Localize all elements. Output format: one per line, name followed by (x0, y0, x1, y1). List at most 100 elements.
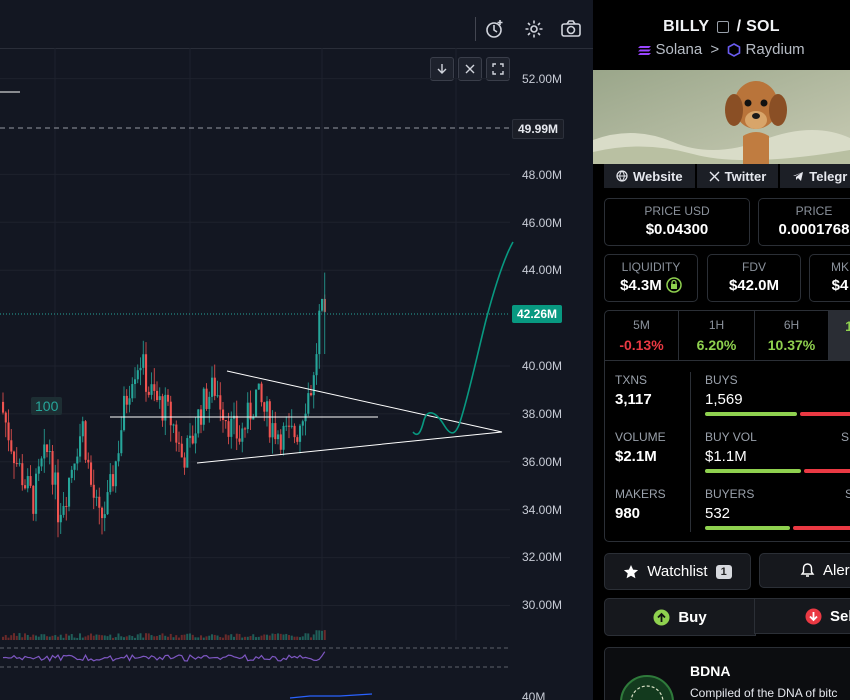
volume-bar (103, 635, 106, 640)
volume-bar (81, 637, 84, 640)
candle-body (103, 514, 106, 519)
tab-24h-value: 1 (845, 318, 850, 334)
buy-button[interactable]: Buy (604, 598, 756, 636)
pair-title: BILLY / SOL (593, 18, 850, 36)
tab-1h[interactable]: 1H 6.20% (679, 310, 755, 360)
token-sidebar: BILLY / SOL Solana > Raydium Website Twi… (593, 0, 850, 700)
volume-bar (241, 637, 244, 640)
sell-button[interactable]: Sel (754, 598, 850, 634)
social-links: Website Twitter Telegr (604, 164, 850, 188)
candle-body (147, 391, 150, 395)
website-label: Website (633, 168, 683, 184)
token-info-card[interactable]: BDNA Compiled of the DNA of bitc (604, 647, 850, 700)
price-usd-value: $0.04300 (645, 221, 709, 238)
sellers-stat: S (845, 487, 850, 501)
volume-bar (150, 635, 153, 640)
txns-label: TXNS (615, 373, 648, 387)
volume-bar (59, 634, 62, 640)
candle-body (315, 354, 318, 376)
sell-vol-stat: S (841, 430, 849, 444)
stats-vertical-divider (690, 372, 691, 532)
candle-body (117, 453, 120, 462)
volume-bar (304, 633, 307, 640)
volume-bar (290, 635, 293, 640)
volume-bar (145, 633, 147, 640)
copy-icon[interactable] (716, 20, 729, 33)
candle-body (205, 388, 208, 409)
chain-name[interactable]: Solana (655, 41, 702, 58)
price-usd-box: PRICE USD $0.04300 (604, 198, 750, 246)
y-label: 32.00M (522, 550, 563, 564)
chart-canvas[interactable] (0, 0, 593, 700)
volume-bar (32, 634, 35, 640)
token-banner-image (593, 70, 850, 164)
volume-bar (101, 635, 103, 640)
volume-bar (26, 634, 29, 640)
candle-body (266, 401, 269, 412)
dex-name[interactable]: Raydium (745, 41, 804, 58)
candle-body (260, 383, 263, 403)
volume-bar (29, 636, 32, 640)
volume-bar (310, 637, 312, 640)
twitter-link[interactable]: Twitter (696, 164, 779, 188)
liquidity-row: $4.3M (605, 277, 697, 294)
watchlist-button[interactable]: Watchlist 1 (604, 553, 751, 590)
x-icon (709, 171, 720, 181)
candle-body (235, 415, 238, 439)
volume-bar (24, 633, 26, 640)
candle-body (21, 463, 24, 486)
candle-body (2, 401, 5, 413)
oscillator-line (2, 651, 326, 662)
candle-body (178, 442, 181, 444)
volume-bar (92, 635, 95, 640)
telegram-link[interactable]: Telegr (780, 164, 850, 188)
tab-6h[interactable]: 6H 10.37% (755, 310, 829, 360)
volume-bar (87, 635, 90, 640)
volume-bar (266, 634, 268, 640)
candle-body (131, 384, 134, 399)
website-link[interactable]: Website (604, 164, 695, 188)
candle-body (43, 444, 46, 459)
tab-5m[interactable]: 5M -0.13% (605, 310, 679, 360)
volume-bar (51, 635, 54, 640)
volume-bar (40, 634, 43, 640)
volume-bar (134, 637, 136, 640)
volume-bar (233, 636, 235, 640)
candle-body (123, 395, 126, 431)
candle-body (197, 409, 200, 434)
candle-body (288, 425, 291, 427)
candle-body (219, 395, 222, 410)
candle-body (142, 354, 145, 368)
price-chart[interactable]: 52.00M 49.99M 48.00M 46.00M 44.00M 42.26… (0, 0, 593, 700)
alerts-button[interactable]: Aler (759, 553, 850, 588)
volume-bar (136, 634, 139, 640)
quote-symbol: SOL (746, 18, 780, 35)
candle-body (112, 474, 115, 487)
volume-bar (2, 636, 4, 640)
candle-body (65, 505, 68, 507)
volume-bar (219, 636, 222, 640)
makers-value: 980 (615, 505, 641, 522)
candle-body (10, 440, 13, 452)
volume-bar (296, 636, 299, 640)
volume-bar (208, 635, 211, 640)
fdv-box: FDV $42.0M (707, 254, 801, 302)
candle-body (136, 370, 139, 380)
y-label: 40M (522, 690, 546, 700)
candle-body (15, 463, 18, 465)
candle-body (73, 463, 76, 470)
makers-stat: MAKERS 980 (615, 487, 666, 522)
tab-24h[interactable]: 1 (829, 310, 850, 360)
buy-vol-value: $1.1M (705, 448, 747, 465)
bell-icon (800, 563, 815, 577)
volume-bar (271, 633, 274, 640)
candle-body (90, 462, 93, 485)
candle-body (167, 394, 170, 402)
volume-bar (224, 634, 227, 640)
candle-body (145, 354, 148, 392)
y-label: 52.00M (522, 72, 563, 86)
arrow-up-circle-icon (653, 609, 670, 625)
volume-bar (84, 636, 87, 640)
mkt-cap-box: MK $4 (809, 254, 850, 302)
volume-bar (252, 634, 255, 640)
